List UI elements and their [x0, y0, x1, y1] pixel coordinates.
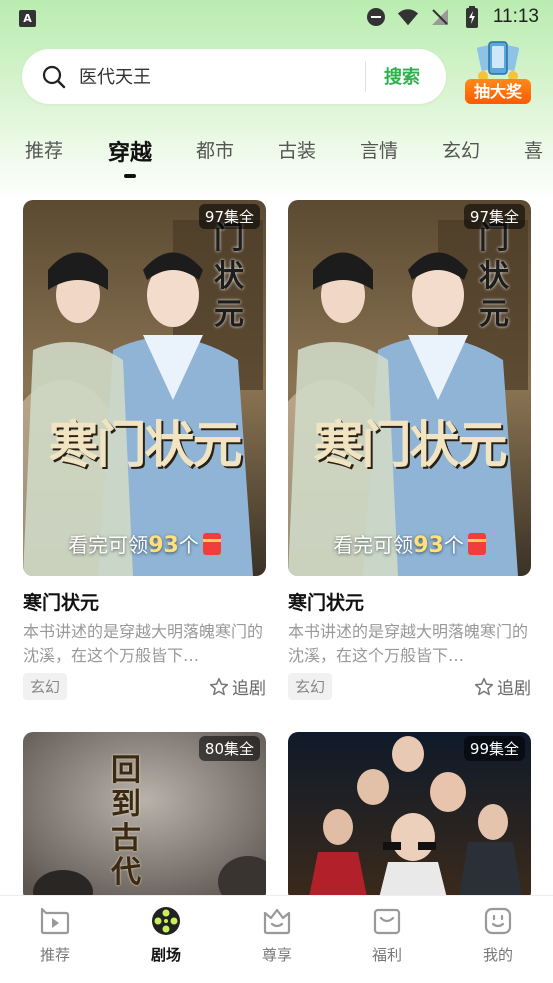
status-bar: A 11:13 [0, 0, 553, 38]
drama-poster[interactable]: 寒门状元 门状元 97集全 看完可领93个 [288, 200, 531, 576]
lottery-label: 抽大奖 [465, 79, 531, 104]
status-time: 11:13 [492, 6, 539, 27]
drama-title[interactable]: 寒门状元 [288, 588, 364, 615]
follow-button[interactable]: 追剧 [474, 674, 531, 699]
reward-banner: 看完可领93个 [288, 529, 531, 558]
drama-description: 本书讲述的是穿越大明落魄寒门的沈溪，在这个万般皆下… [288, 622, 528, 665]
tab-costume[interactable]: 古装 [278, 136, 316, 163]
nav-welfare[interactable]: 福利 [347, 904, 427, 965]
episode-badge: 99集全 [463, 736, 525, 761]
phone-prize-icon [477, 41, 519, 81]
genre-tag: 玄幻 [288, 673, 333, 700]
lottery-button[interactable]: 抽大奖 [463, 40, 533, 106]
tab-comedy[interactable]: 喜 [524, 136, 543, 163]
crown-icon [263, 908, 291, 935]
poster-vertical-title: 门状元 [214, 221, 244, 332]
drama-poster[interactable]: 寒门状元 门状元 97集全 看完可领93个 [23, 200, 266, 576]
search-divider [365, 61, 366, 92]
app-notification-icon: A [19, 10, 36, 27]
search-button[interactable]: 搜索 [384, 63, 420, 89]
tab-urban[interactable]: 都市 [196, 136, 234, 163]
search-bar[interactable]: 医代天王 搜索 [22, 49, 446, 104]
red-packet-icon [467, 533, 486, 555]
tab-recommend[interactable]: 推荐 [25, 136, 63, 163]
no-signal-icon [429, 6, 451, 28]
battery-icon [461, 6, 483, 28]
poster-title: 寒门状元 [48, 415, 243, 474]
follow-button[interactable]: 追剧 [209, 674, 266, 699]
gift-bag-icon [373, 908, 401, 935]
poster-vertical-title: 回到古代 [111, 753, 141, 890]
nav-premium[interactable]: 尊享 [237, 904, 317, 965]
drama-poster[interactable]: 99集全 [288, 732, 531, 902]
star-icon [474, 677, 494, 695]
smile-face-icon [484, 907, 512, 935]
episode-badge: 80集全 [198, 736, 260, 761]
tab-romance[interactable]: 言情 [360, 136, 398, 163]
tab-indicator [124, 174, 136, 178]
star-icon [209, 677, 229, 695]
poster-title: 寒门状元 [313, 415, 508, 474]
dnd-icon [365, 6, 387, 28]
drama-poster[interactable]: 回到古代 80集全 [23, 732, 266, 902]
nav-me[interactable]: 我的 [458, 904, 538, 965]
genre-tag: 玄幻 [23, 673, 68, 700]
search-input[interactable]: 医代天王 [79, 63, 151, 89]
reward-banner: 看完可领93个 [23, 529, 266, 558]
film-reel-icon [152, 907, 180, 935]
nav-theater[interactable]: 剧场 [126, 904, 206, 965]
search-icon [42, 65, 66, 89]
wifi-icon [397, 6, 419, 28]
poster-vertical-title: 门状元 [479, 221, 509, 332]
bottom-nav: 推荐 剧场 尊享 福利 我的 [0, 895, 553, 983]
play-tv-icon [40, 907, 70, 935]
tab-fantasy[interactable]: 玄幻 [442, 136, 480, 163]
tab-time-travel[interactable]: 穿越 [108, 135, 152, 167]
drama-title[interactable]: 寒门状元 [23, 588, 99, 615]
red-packet-icon [202, 533, 221, 555]
drama-description: 本书讲述的是穿越大明落魄寒门的沈溪，在这个万般皆下… [23, 622, 263, 665]
episode-badge: 97集全 [198, 204, 260, 229]
nav-recommend[interactable]: 推荐 [15, 904, 95, 965]
category-tabs: 推荐 穿越 都市 古装 言情 玄幻 喜 [0, 130, 553, 180]
episode-badge: 97集全 [463, 204, 525, 229]
